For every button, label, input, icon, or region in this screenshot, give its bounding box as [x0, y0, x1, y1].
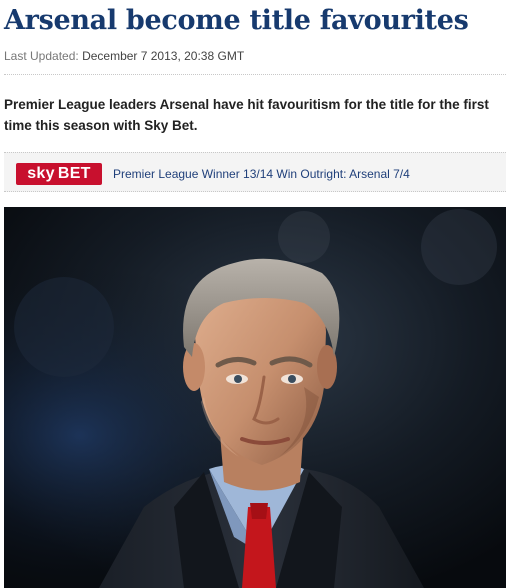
sky-bet-logo[interactable]: sky BET — [16, 163, 102, 185]
last-updated-value: December 7 2013, 20:38 GMT — [82, 49, 245, 63]
last-updated: Last Updated: December 7 2013, 20:38 GMT — [4, 48, 244, 64]
sky-bet-promo-bar: sky BET Premier League Winner 13/14 Win O… — [4, 152, 506, 192]
last-updated-label: Last Updated: — [4, 49, 79, 63]
article-headline: Arsenal become title favourites — [4, 5, 469, 36]
article-standfirst: Premier League leaders Arsenal have hit … — [4, 97, 489, 133]
sky-bet-logo-bet: BET — [57, 165, 91, 182]
article-photo — [4, 207, 506, 588]
sky-bet-logo-sky: sky — [27, 165, 55, 182]
odds-link[interactable]: Premier League Winner 13/14 Win Outright… — [113, 166, 410, 182]
divider — [4, 74, 506, 75]
manager-portrait-image — [4, 207, 506, 588]
